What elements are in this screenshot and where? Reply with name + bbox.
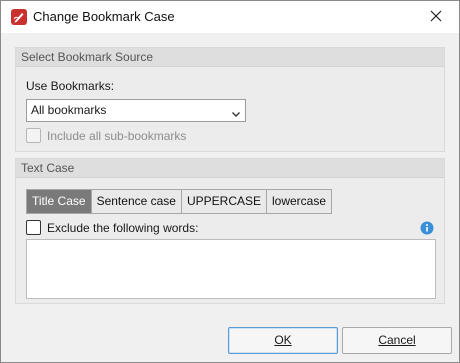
chevron-down-icon bbox=[231, 105, 241, 117]
bookmarks-select-value: All bookmarks bbox=[31, 103, 107, 117]
cancel-button-label: Cancel bbox=[378, 333, 416, 347]
include-sub-bookmarks-checkbox[interactable] bbox=[26, 128, 41, 143]
include-sub-bookmarks-label: Include all sub-bookmarks bbox=[47, 129, 187, 143]
case-option-sentence-case[interactable]: Sentence case bbox=[91, 190, 182, 213]
case-option-lowercase[interactable]: lowercase bbox=[267, 190, 332, 213]
dialog-window: Change Bookmark Case Select Bookmark Sou… bbox=[0, 0, 460, 363]
ok-button-label: OK bbox=[274, 333, 292, 347]
info-icon[interactable] bbox=[420, 221, 434, 235]
case-selector: Title Case Sentence case UPPERCASE lower… bbox=[26, 189, 333, 214]
exclude-words-checkbox[interactable] bbox=[26, 220, 41, 235]
close-icon bbox=[430, 10, 442, 25]
ok-button[interactable]: OK bbox=[228, 327, 338, 354]
bookmark-source-header: Select Bookmark Source bbox=[16, 48, 444, 67]
case-option-title-case[interactable]: Title Case bbox=[27, 190, 92, 213]
close-button[interactable] bbox=[413, 1, 459, 33]
case-option-uppercase[interactable]: UPPERCASE bbox=[181, 190, 267, 213]
bookmark-source-group: Select Bookmark Source Use Bookmarks: Al… bbox=[15, 47, 445, 152]
cancel-button[interactable]: Cancel bbox=[342, 327, 452, 354]
pdf-pen-icon bbox=[11, 9, 27, 25]
dialog-body: Select Bookmark Source Use Bookmarks: Al… bbox=[5, 34, 455, 359]
text-case-group: Text Case Title Case Sentence case UPPER… bbox=[15, 158, 445, 304]
title-bar: Change Bookmark Case bbox=[1, 1, 459, 33]
exclude-words-label: Exclude the following words: bbox=[47, 221, 199, 235]
bookmarks-select[interactable]: All bookmarks bbox=[26, 99, 246, 122]
use-bookmarks-label: Use Bookmarks: bbox=[26, 79, 115, 93]
text-case-header: Text Case bbox=[16, 159, 444, 178]
exclude-words-textarea[interactable] bbox=[26, 239, 436, 299]
window-title: Change Bookmark Case bbox=[33, 9, 175, 24]
